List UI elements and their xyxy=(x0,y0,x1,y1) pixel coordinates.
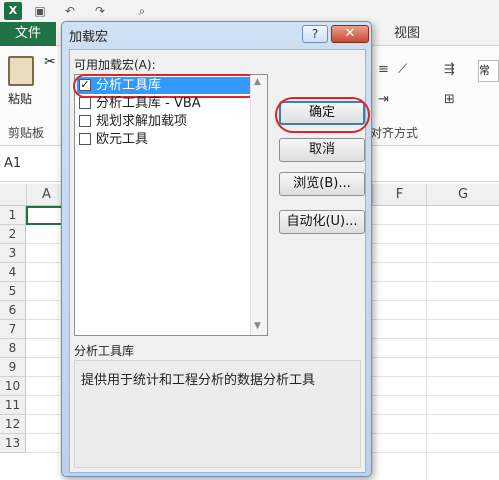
description-box: 提供用于统计和工程分析的数据分析工具 xyxy=(74,360,361,468)
row-header[interactable]: 5 xyxy=(0,282,26,301)
row-header[interactable]: 12 xyxy=(0,415,26,434)
available-addins-label: 可用加载宏(A): xyxy=(74,58,156,72)
gridline xyxy=(426,206,427,480)
column-header-a[interactable]: A xyxy=(26,184,66,206)
tab-file[interactable]: 文件 xyxy=(0,22,56,46)
undo-icon[interactable]: ↶ xyxy=(62,3,78,19)
tab-view[interactable]: 视图 xyxy=(394,22,420,46)
scroll-up-icon[interactable]: ▲ xyxy=(254,77,261,87)
align-icon[interactable]: ≡ xyxy=(378,62,389,77)
row-header[interactable]: 2 xyxy=(0,225,26,244)
row-header[interactable]: 8 xyxy=(0,339,26,358)
checkbox[interactable] xyxy=(79,133,91,145)
list-item-analysis-toolpak[interactable]: ✓ 分析工具库 xyxy=(73,74,259,98)
row-header[interactable]: 7 xyxy=(0,320,26,339)
add-ins-dialog: 加载宏 ? ✕ 可用加载宏(A): ✓ 分析工具库 分析工具库 - VBA 规划… xyxy=(61,21,372,477)
column-header-f[interactable]: F xyxy=(372,184,426,206)
dialog-title: 加载宏 xyxy=(69,30,109,45)
highlight-oval xyxy=(275,97,370,133)
cut-icon[interactable]: ✂ xyxy=(44,54,56,70)
close-button[interactable]: ✕ xyxy=(331,25,369,43)
list-item-euro-tools[interactable]: 欧元工具 xyxy=(77,131,251,148)
active-cell-a1[interactable] xyxy=(26,206,66,225)
quick-access-toolbar: X ▣ ↶ ↷ ⌕ xyxy=(0,0,499,22)
indent-icon[interactable]: ⇥ xyxy=(378,92,389,107)
row-header[interactable]: 13 xyxy=(0,434,26,453)
wrap-text-icon[interactable]: ⇶ xyxy=(444,62,455,77)
list-item-solver[interactable]: 规划求解加载项 xyxy=(77,113,251,130)
redo-icon[interactable]: ↷ xyxy=(92,3,108,19)
row-header[interactable]: 6 xyxy=(0,301,26,320)
paste-label[interactable]: 粘贴 xyxy=(8,90,32,107)
save-icon[interactable]: ▣ xyxy=(32,3,48,19)
browse-button[interactable]: 浏览(B)... xyxy=(279,172,365,196)
row-header[interactable]: 11 xyxy=(0,396,26,415)
name-box[interactable]: A1 xyxy=(4,154,54,174)
row-header[interactable]: 10 xyxy=(0,377,26,396)
list-item-label: 规划求解加载项 xyxy=(96,114,188,129)
orientation-icon[interactable]: ⟋ xyxy=(398,62,407,77)
description-text: 提供用于统计和工程分析的数据分析工具 xyxy=(81,373,316,388)
cancel-button[interactable]: 取消 xyxy=(279,138,365,162)
merge-icon[interactable]: ⊞ xyxy=(444,92,455,107)
style-box[interactable]: 常 xyxy=(478,60,499,82)
listbox-scrollbar[interactable]: ▲ ▼ xyxy=(250,75,267,335)
row-header[interactable]: 9 xyxy=(0,358,26,377)
list-item-label: 分析工具库 - VBA xyxy=(96,96,201,111)
clipboard-group-label: 剪贴板 xyxy=(8,126,45,140)
checkbox[interactable] xyxy=(79,97,91,109)
paste-icon[interactable] xyxy=(8,56,34,86)
column-header-g[interactable]: G xyxy=(426,184,499,206)
print-preview-icon[interactable]: ⌕ xyxy=(134,3,150,19)
description-group-label: 分析工具库 xyxy=(74,344,135,358)
dialog-body: 可用加载宏(A): ✓ 分析工具库 分析工具库 - VBA 规划求解加载项 欧元… xyxy=(69,49,370,473)
scroll-down-icon[interactable]: ▼ xyxy=(254,321,261,331)
row-header[interactable]: 1 xyxy=(0,206,26,225)
excel-logo-icon: X xyxy=(4,2,22,20)
list-item-label: 欧元工具 xyxy=(96,132,149,147)
row-header[interactable]: 4 xyxy=(0,263,26,282)
row-header[interactable]: 3 xyxy=(0,244,26,263)
alignment-group-label: 对齐方式 xyxy=(370,126,419,140)
checkbox[interactable] xyxy=(79,115,91,127)
addins-listbox[interactable]: ✓ 分析工具库 分析工具库 - VBA 规划求解加载项 欧元工具 ▲ ▼ xyxy=(73,74,268,336)
automation-button[interactable]: 自动化(U)... xyxy=(279,210,365,234)
list-item-analysis-toolpak-vba[interactable]: 分析工具库 - VBA xyxy=(77,95,251,112)
help-button[interactable]: ? xyxy=(302,25,328,43)
